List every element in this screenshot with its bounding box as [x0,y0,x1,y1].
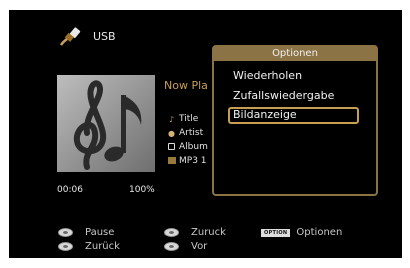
title-label: Title [179,114,199,124]
format-row: MP3 1 [167,156,207,166]
format-label: MP3 1 [179,156,207,166]
options-hint[interactable]: OPTION Optionen [261,227,342,238]
forward-hint[interactable]: Vor [164,241,207,252]
note-icon: ♪ [168,114,175,124]
pause-label: Pause [85,227,115,238]
screen: USB Now Pla ♪ Title ● Artist Album MP3 1… [9,10,402,258]
album-row: Album [167,142,208,152]
options-menu-title: Optionen [214,47,376,61]
music-notes-treble-clef-icon [57,75,155,172]
artist-row: ● Artist [167,128,203,138]
progress-percent: 100% [129,185,155,195]
skip-back-hint[interactable]: Zuruck [164,227,226,238]
person-icon: ● [168,128,175,138]
skip-back-label: Zuruck [191,227,226,238]
pause-hint[interactable]: Pause [58,227,114,238]
options-label: Optionen [296,227,343,238]
back-hint[interactable]: Zurück [58,241,120,252]
options-menu: Optionen Wiederholen Zufallswiedergabe B… [212,45,378,196]
remote-button-icon [58,242,73,251]
menu-item-repeat[interactable]: Wiederholen [233,69,302,82]
title-row: ♪ Title [167,114,198,124]
remote-button-icon [164,242,179,251]
artist-label: Artist [179,128,204,138]
file-format-icon [167,156,176,166]
source-label: USB [93,30,116,43]
remote-button-icon [58,228,73,237]
elapsed-time: 00:06 [57,185,83,195]
back-label: Zurück [85,241,120,252]
album-label: Album [179,142,208,152]
usb-cable-icon [60,27,81,46]
remote-button-icon [164,228,179,237]
now-playing-heading: Now Pla [164,79,208,92]
menu-item-shuffle[interactable]: Zufallswiedergabe [233,89,334,102]
option-button-icon: OPTION [261,228,291,237]
disc-icon [167,142,176,152]
forward-label: Vor [191,241,208,252]
menu-item-picture-display[interactable]: Bildanzeige [233,108,297,121]
